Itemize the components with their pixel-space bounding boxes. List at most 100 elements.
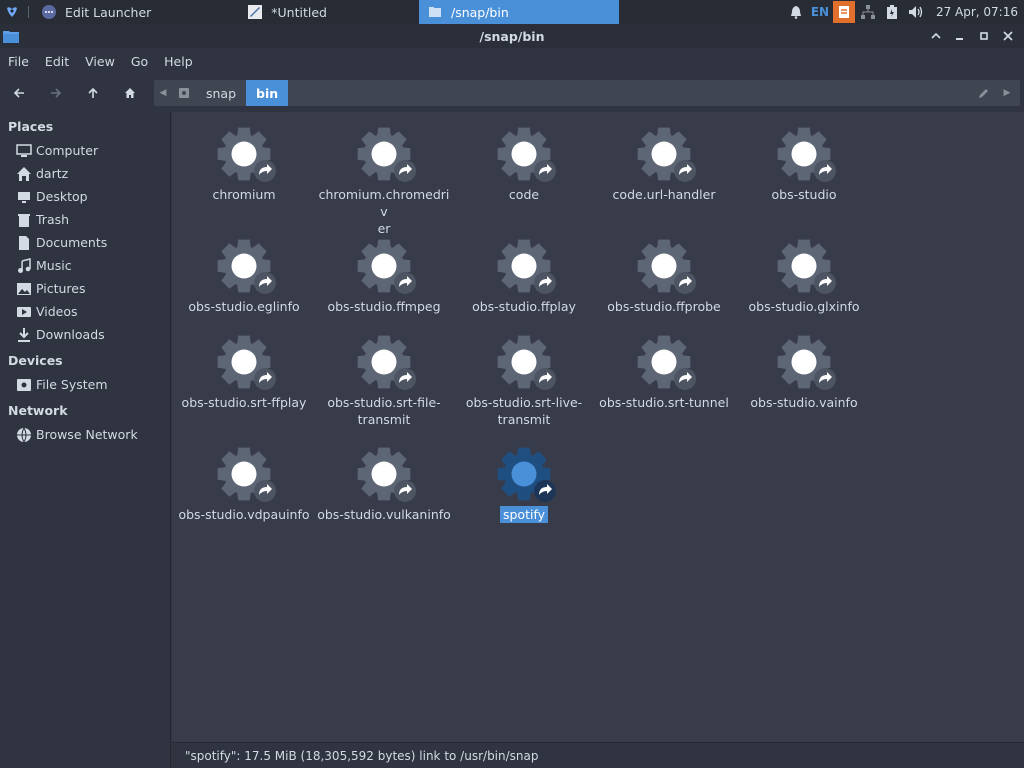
path-scroll-right-button[interactable]: ▶ [998, 80, 1016, 106]
file-item[interactable]: obs-studio.vulkaninfo [314, 442, 454, 523]
back-button[interactable] [0, 78, 37, 108]
drive-icon[interactable] [172, 80, 196, 106]
file-item[interactable]: obs-studio.eglinfo [174, 234, 314, 315]
toolbar: ◀ snap bin ▶ [0, 74, 1024, 112]
crumb-snap[interactable]: snap [196, 80, 246, 106]
crumb-bin[interactable]: bin [246, 80, 289, 106]
task-edit-launcher[interactable]: Edit Launcher [33, 0, 159, 24]
sidebar-item-label: Pictures [36, 281, 86, 296]
taskbar-separator [28, 6, 29, 18]
downloads-icon [16, 327, 32, 343]
text-editor-icon [247, 4, 263, 20]
up-button[interactable] [74, 78, 111, 108]
app-menu-icon[interactable] [0, 0, 24, 24]
sidebar-item-desktop[interactable]: Desktop [0, 185, 170, 208]
file-name-label: chromium.chromedriv er [315, 186, 453, 237]
sidebar-section-places: Places [8, 119, 54, 134]
menu-edit[interactable]: Edit [37, 54, 77, 69]
file-view[interactable]: chromium chromium.chromedriv er code code.ur… [172, 112, 1024, 742]
file-name-line: obs-studio.glxinfo [748, 299, 860, 314]
file-item[interactable]: chromium.chromedriv er [314, 122, 454, 237]
sidebar-item-documents[interactable]: Documents [0, 231, 170, 254]
file-name-line: obs-studio.vainfo [750, 395, 858, 410]
file-name-line: obs-studio.srt-tunnel [599, 395, 729, 410]
sidebar-item-label: Browse Network [36, 427, 138, 442]
network-icon [16, 427, 32, 443]
music-icon [16, 257, 32, 274]
file-item[interactable]: obs-studio.ffprobe [594, 234, 734, 315]
maximize-button[interactable] [972, 24, 996, 48]
sidebar-item-label: Desktop [36, 189, 88, 204]
file-item[interactable]: chromium [174, 122, 314, 203]
sidebar-item-label: Trash [36, 212, 70, 227]
notification-bell-icon[interactable] [784, 0, 808, 24]
window-titlebar[interactable]: /snap/bin [0, 24, 1024, 48]
file-name-label: code [455, 186, 593, 203]
file-item[interactable]: obs-studio.srt-tunnel [594, 330, 734, 411]
close-button[interactable] [996, 24, 1020, 48]
executable-symlink-icon [632, 234, 696, 298]
file-item[interactable]: obs-studio.srt-file-transmit [314, 330, 454, 428]
sidebar-item-downloads[interactable]: Downloads [0, 323, 170, 346]
battery-icon[interactable] [880, 0, 904, 24]
file-name-label: obs-studio [735, 186, 873, 203]
file-item[interactable]: obs-studio.glxinfo [734, 234, 874, 315]
file-item[interactable]: obs-studio.srt-live-transmit [454, 330, 594, 428]
lang-code: EN [810, 5, 830, 19]
window-title: /snap/bin [479, 28, 545, 44]
edit-location-button[interactable] [972, 80, 994, 106]
file-item[interactable]: obs-studio.srt-ffplay [174, 330, 314, 411]
sidebar-item-videos[interactable]: Videos [0, 300, 170, 323]
file-item[interactable]: spotify [454, 442, 594, 523]
folder-icon [2, 28, 20, 44]
file-name-label: obs-studio.srt-ffplay [175, 394, 313, 411]
network-icon[interactable] [856, 0, 880, 24]
sidebar-item-pictures[interactable]: Pictures [0, 277, 170, 300]
task-snap-bin[interactable]: /snap/bin [418, 0, 619, 24]
menu-view[interactable]: View [77, 54, 123, 69]
file-name-line: obs-studio.ffprobe [607, 299, 721, 314]
sidebar-item-music[interactable]: Music [0, 254, 170, 277]
file-name-label: obs-studio.srt-live-transmit [455, 394, 593, 428]
sidebar-item-label: Music [36, 258, 72, 273]
trash-icon [16, 212, 32, 228]
file-name-line: obs-studio.vulkaninfo [317, 507, 451, 522]
file-item[interactable]: obs-studio [734, 122, 874, 203]
path-scroll-left-button[interactable]: ◀ [154, 80, 172, 106]
file-item[interactable]: obs-studio.ffmpeg [314, 234, 454, 315]
minimize-button[interactable] [948, 24, 972, 48]
forward-button[interactable] [37, 78, 74, 108]
sidebar-item-browse-network[interactable]: Browse Network [0, 423, 170, 446]
file-name-line: obs-studio [771, 187, 837, 202]
file-item[interactable]: obs-studio.ffplay [454, 234, 594, 315]
keyboard-layout-indicator[interactable]: EN [808, 0, 832, 24]
task-label: /snap/bin [450, 4, 509, 20]
file-item[interactable]: obs-studio.vainfo [734, 330, 874, 411]
file-name-label: code.url-handler [595, 186, 733, 203]
home-icon [16, 166, 32, 182]
clock[interactable]: 27 Apr, 07:16 [928, 5, 1024, 19]
menu-file[interactable]: File [0, 54, 37, 69]
menu-help[interactable]: Help [156, 54, 201, 69]
update-notifier-icon[interactable] [832, 0, 856, 24]
file-item[interactable]: code [454, 122, 594, 203]
file-name-label: chromium [175, 186, 313, 203]
sidebar-item-trash[interactable]: Trash [0, 208, 170, 231]
sidebar-item-computer[interactable]: Computer [0, 139, 170, 162]
task-label: Edit Launcher [65, 4, 152, 20]
sidebar-item-dartz[interactable]: dartz [0, 162, 170, 185]
file-name-line: obs-studio.ffplay [472, 299, 576, 314]
file-name-label: obs-studio.srt-tunnel [595, 394, 733, 411]
arrow-up-icon [87, 87, 98, 98]
sidebar-item-file-system[interactable]: File System [0, 373, 170, 396]
window-shade-button[interactable] [924, 24, 948, 48]
task-untitled[interactable]: *Untitled [239, 0, 335, 24]
file-item[interactable]: obs-studio.vdpauinfo [174, 442, 314, 523]
home-button[interactable] [111, 78, 148, 108]
file-name-label: obs-studio.vdpauinfo [175, 506, 313, 523]
sidebar-item-label: Downloads [36, 327, 105, 342]
file-name-line: transmit [497, 412, 551, 427]
menu-go[interactable]: Go [123, 54, 156, 69]
volume-icon[interactable] [904, 0, 928, 24]
file-item[interactable]: code.url-handler [594, 122, 734, 203]
